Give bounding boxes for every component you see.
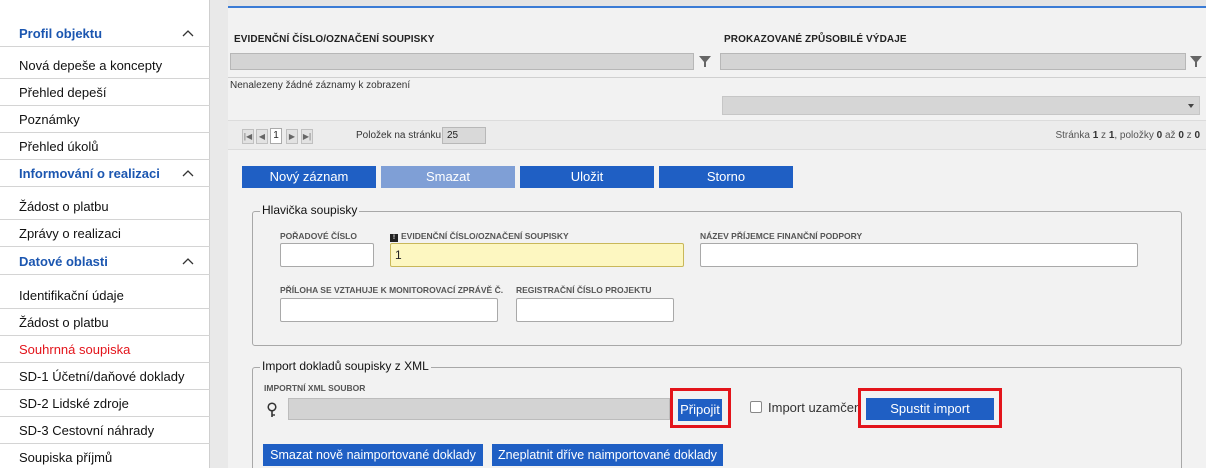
sidebar-item-zpravy-o-realizaci[interactable]: Zprávy o realizaci bbox=[0, 221, 210, 247]
last-page-button[interactable]: ▶| bbox=[301, 129, 313, 144]
column-header-prokazovane-vydaje[interactable]: PROKAZOVANÉ ZPŮSOBILÉ VÝDAJE bbox=[724, 34, 907, 45]
chevron-up-icon bbox=[182, 170, 194, 177]
filter-input-evidencni-cislo[interactable] bbox=[230, 53, 694, 70]
sidebar-item-label: Profil objektu bbox=[19, 26, 103, 41]
pager-info: Stránka 1 z 1, položky 0 až 0 z 0 bbox=[1055, 130, 1200, 141]
order-number-label: POŘADOVÉ ČÍSLO bbox=[280, 231, 357, 241]
pager-info-text: , položky bbox=[1114, 130, 1154, 141]
filter-input-prokazovane-vydaje[interactable] bbox=[720, 53, 1186, 70]
pager-info-to: 0 bbox=[1178, 130, 1184, 141]
main-content: EVIDENČNÍ ČÍSLO/OZNAČENÍ SOUPISKY PROKAZ… bbox=[228, 0, 1206, 468]
pager-info-text: z bbox=[1101, 130, 1107, 141]
sidebar-item-zadost-o-platbu[interactable]: Žádost o platbu bbox=[0, 194, 210, 220]
evidence-number-label: ! EVIDENČNÍ ČÍSLO/OZNAČENÍ SOUPISKY bbox=[390, 231, 569, 242]
next-page-button[interactable]: ▶ bbox=[286, 129, 298, 144]
recipient-name-input[interactable] bbox=[700, 243, 1138, 267]
column-header-evidencni-cislo[interactable]: EVIDENČNÍ ČÍSLO/OZNAČENÍ SOUPISKY bbox=[234, 34, 435, 45]
chevron-up-icon bbox=[182, 30, 194, 37]
key-icon[interactable] bbox=[266, 402, 278, 418]
sidebar-item-label: Přehled úkolů bbox=[19, 139, 99, 154]
attach-button[interactable]: Připojit bbox=[678, 399, 722, 421]
pager: |◀ ◀ 1 ▶ ▶| Položek na stránku 25 Stránk… bbox=[228, 120, 1206, 150]
chevron-up-icon bbox=[182, 258, 194, 265]
required-icon: ! bbox=[390, 234, 398, 242]
filter-icon[interactable] bbox=[698, 55, 712, 68]
sidebar-item-sd2[interactable]: SD-2 Lidské zdroje bbox=[0, 391, 210, 417]
import-lock-label: Import uzamčen bbox=[768, 400, 862, 415]
evidence-number-input[interactable]: 1 bbox=[390, 243, 684, 267]
sidebar-item-label: Nová depeše a koncepty bbox=[19, 58, 163, 73]
attachment-report-label: PŘÍLOHA SE VZTAHUJE K MONITOROVACÍ ZPRÁV… bbox=[280, 285, 504, 295]
invalidate-imported-button[interactable]: Zneplatnit dříve naimportované doklady bbox=[492, 444, 723, 466]
sidebar-section-datove-oblasti[interactable]: Datové oblasti bbox=[0, 249, 210, 275]
page-size-select[interactable]: 25 bbox=[442, 127, 486, 144]
first-page-button[interactable]: |◀ bbox=[242, 129, 254, 144]
sidebar-item-label: Informování o realizaci bbox=[19, 166, 160, 181]
current-page[interactable]: 1 bbox=[270, 128, 282, 144]
import-legend: Import dokladů soupisky z XML bbox=[260, 359, 431, 373]
save-button[interactable]: Uložit bbox=[520, 166, 654, 188]
attachment-report-input[interactable] bbox=[280, 298, 498, 322]
sidebar-item-label: Zprávy o realizaci bbox=[19, 226, 121, 241]
empty-grid-message: Nenalezeny žádné záznamy k zobrazení bbox=[230, 80, 411, 91]
new-record-button[interactable]: Nový záznam bbox=[242, 166, 376, 188]
pager-info-page: 1 bbox=[1092, 130, 1099, 141]
sidebar-item-label: Datové oblasti bbox=[19, 254, 108, 269]
sidebar-section-profil-objektu[interactable]: Profil objektu bbox=[0, 21, 210, 47]
pager-info-text: z bbox=[1186, 130, 1192, 141]
sidebar-item-sd3[interactable]: SD-3 Cestovní náhrady bbox=[0, 418, 210, 444]
xml-file-label: IMPORTNÍ XML SOUBOR bbox=[264, 383, 366, 393]
import-lock-checkbox[interactable] bbox=[750, 401, 762, 413]
pager-info-from: 0 bbox=[1156, 130, 1163, 141]
sidebar-item-soupiska-prijmu[interactable]: Soupiska příjmů bbox=[0, 445, 210, 468]
pager-info-total: 0 bbox=[1194, 130, 1200, 141]
sidebar-item-zadost-o-platbu-2[interactable]: Žádost o platbu bbox=[0, 310, 210, 336]
sidebar-item-label: SD-1 Účetní/daňové doklady bbox=[19, 369, 185, 384]
sidebar-item-identifikacni-udaje[interactable]: Identifikační údaje bbox=[0, 283, 210, 309]
sidebar-item-label: Žádost o platbu bbox=[19, 315, 109, 330]
sidebar-item-prehled-ukolu[interactable]: Přehled úkolů bbox=[0, 134, 210, 160]
sidebar-item-prehled-depesi[interactable]: Přehled depeší bbox=[0, 80, 210, 106]
run-import-button[interactable]: Spustit import bbox=[866, 398, 994, 420]
filter-icon[interactable] bbox=[1189, 55, 1203, 68]
sidebar-item-label: SD-3 Cestovní náhrady bbox=[19, 423, 155, 438]
delete-button[interactable]: Smazat bbox=[381, 166, 515, 188]
sidebar-item-souhrnna-soupiska[interactable]: Souhrnná soupiska bbox=[0, 337, 210, 363]
sidebar-item-label: Žádost o platbu bbox=[19, 199, 109, 214]
sidebar: Profil objektu Nová depeše a koncepty Př… bbox=[0, 0, 210, 468]
summary-dropdown[interactable] bbox=[722, 96, 1200, 115]
page-size-label: Položek na stránku bbox=[356, 130, 442, 141]
order-number-input[interactable] bbox=[280, 243, 374, 267]
sidebar-item-label: Soupiska příjmů bbox=[19, 450, 113, 465]
sidebar-gutter bbox=[210, 0, 228, 468]
delete-new-imported-button[interactable]: Smazat nově naimportované doklady bbox=[263, 444, 483, 466]
pager-info-text: až bbox=[1164, 130, 1176, 141]
dropdown-arrow-icon bbox=[1188, 104, 1194, 108]
sidebar-item-label: Poznámky bbox=[19, 112, 80, 127]
xml-file-input[interactable] bbox=[288, 398, 670, 420]
top-accent-line bbox=[228, 6, 1206, 8]
project-registration-label: REGISTRAČNÍ ČÍSLO PROJEKTU bbox=[516, 285, 652, 295]
prev-page-button[interactable]: ◀ bbox=[256, 129, 268, 144]
divider bbox=[228, 77, 1206, 78]
cancel-button[interactable]: Storno bbox=[659, 166, 793, 188]
top-strip bbox=[228, 0, 1206, 8]
sidebar-item-nova-depese[interactable]: Nová depeše a koncepty bbox=[0, 53, 210, 79]
sidebar-item-poznamky[interactable]: Poznámky bbox=[0, 107, 210, 133]
header-legend: Hlavička soupisky bbox=[260, 203, 360, 217]
evidence-number-label-text: EVIDENČNÍ ČÍSLO/OZNAČENÍ SOUPISKY bbox=[401, 231, 569, 241]
sidebar-item-label: Přehled depeší bbox=[19, 85, 107, 100]
sidebar-item-label: Souhrnná soupiska bbox=[19, 342, 131, 357]
project-registration-input[interactable] bbox=[516, 298, 674, 322]
sidebar-item-label: SD-2 Lidské zdroje bbox=[19, 396, 129, 411]
recipient-name-label: NÁZEV PŘÍJEMCE FINANČNÍ PODPORY bbox=[700, 231, 863, 241]
sidebar-item-label: Identifikační údaje bbox=[19, 288, 124, 303]
pager-info-text: Stránka bbox=[1055, 130, 1090, 141]
sidebar-section-informovani[interactable]: Informování o realizaci bbox=[0, 161, 210, 187]
sidebar-item-sd1[interactable]: SD-1 Účetní/daňové doklady bbox=[0, 364, 210, 390]
